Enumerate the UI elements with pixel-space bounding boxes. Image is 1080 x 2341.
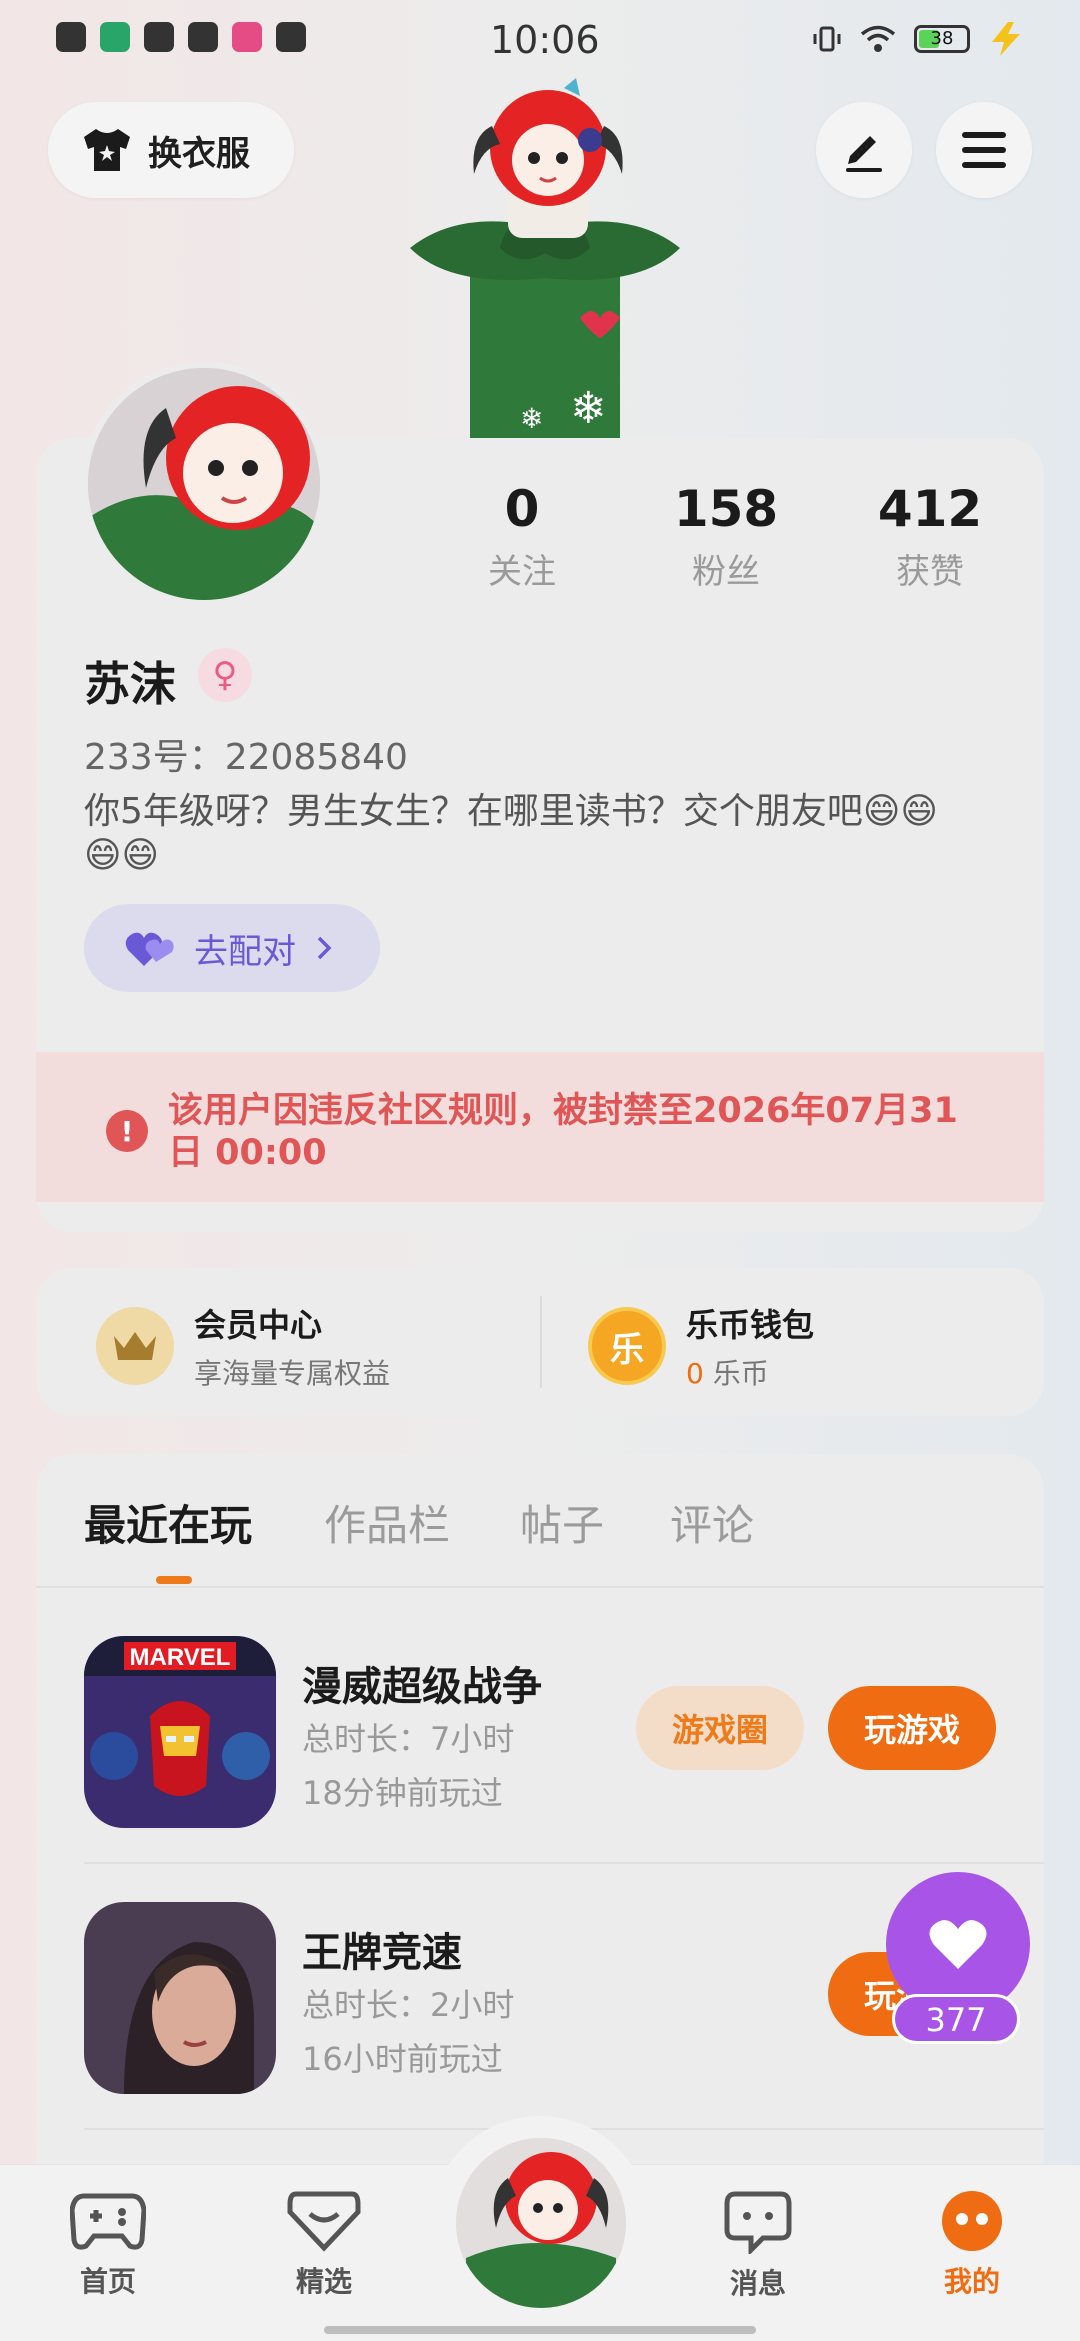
stat-likes[interactable]: 412 获赞	[850, 480, 1010, 593]
tab-works[interactable]: 作品栏	[324, 1492, 450, 1553]
game-icon: MARVEL	[84, 1636, 276, 1828]
list-item[interactable]: MARVEL 漫威超级战争 总时长：7小时 18分钟前玩过 游戏圈 玩游戏	[84, 1636, 1044, 1830]
game-name: 漫威超级战争	[302, 1664, 542, 1710]
avatar-character[interactable]: ❄ ❄	[400, 78, 690, 438]
member-center[interactable]: 会员中心 享海量专属权益	[96, 1300, 390, 1392]
user-id: 233号：22085840	[84, 737, 408, 778]
marvel-logo-text: MARVEL	[130, 1644, 231, 1671]
profile-avatar[interactable]	[82, 362, 326, 606]
vibrate-icon	[813, 26, 841, 52]
chat-bubble-icon	[724, 2191, 792, 2254]
crown-icon	[96, 1307, 174, 1385]
tab-indicator	[156, 1576, 192, 1584]
wallet-unit: 乐币	[712, 1357, 769, 1390]
nav-featured[interactable]: 精选	[254, 2190, 394, 2300]
match-label: 去配对	[194, 931, 296, 972]
divider	[36, 1586, 1044, 1588]
stat-label: 获赞	[896, 552, 964, 592]
status-time: 10:06	[490, 18, 600, 62]
chat-icon	[276, 22, 306, 52]
chevron-right-icon	[317, 936, 332, 960]
notification-icons	[56, 22, 306, 52]
hearts-icon	[125, 932, 174, 966]
nav-mine[interactable]: 我的	[902, 2190, 1042, 2300]
ban-text: 该用户因违反社区规则，被封禁至2026年07月31日 00:00	[168, 1091, 958, 1173]
edit-button[interactable]	[816, 102, 912, 198]
member-title: 会员中心	[194, 1306, 323, 1344]
gamepad-icon	[70, 2193, 146, 2250]
like-count: 377	[892, 1994, 1020, 2044]
content-card	[36, 1454, 1044, 2214]
avatar-image	[88, 368, 320, 600]
home-indicator[interactable]	[324, 2326, 756, 2334]
wallet-amount: 0	[686, 1357, 704, 1390]
wallet[interactable]: 乐 乐币钱包 0 乐币	[588, 1300, 814, 1392]
game-last-played: 18分钟前玩过	[302, 1774, 503, 1812]
notification-icon	[56, 22, 86, 52]
avatar-image	[456, 2138, 626, 2308]
user-bio: 你5年级呀？男生女生？在哪里读书？交个朋友吧😄😄 😄😄	[84, 790, 964, 878]
play-game-button[interactable]: 玩游戏	[828, 1686, 996, 1770]
divider	[84, 1862, 1044, 1864]
game-circle-button[interactable]: 游戏圈	[636, 1686, 804, 1770]
svg-text:❄: ❄	[520, 402, 543, 435]
nav-label: 首页	[79, 2265, 136, 2298]
wallet-title: 乐币钱包	[686, 1306, 815, 1344]
ban-notice: ! 该用户因违反社区规则，被封禁至2026年07月31日 00:00	[36, 1052, 1044, 1202]
mail-icon	[188, 22, 218, 52]
tshirt-icon	[84, 129, 130, 171]
tab-comments[interactable]: 评论	[670, 1492, 754, 1553]
heart-box-icon	[287, 2191, 361, 2252]
play-icon	[144, 22, 174, 52]
nav-label: 消息	[729, 2267, 786, 2300]
status-right: 38	[812, 22, 1024, 56]
stat-value: 0	[504, 480, 540, 538]
game-last-played: 16小时前玩过	[302, 2040, 503, 2078]
wallet-balance: 0 乐币	[686, 1352, 814, 1392]
stat-label: 粉丝	[692, 552, 760, 592]
status-bar: 10:06 38	[0, 0, 1080, 84]
pencil-icon	[846, 136, 882, 172]
menu-icon	[962, 132, 1006, 168]
stat-label: 关注	[488, 552, 556, 592]
bio-line: 😄😄	[84, 835, 160, 876]
wifi-icon	[860, 25, 896, 52]
nav-label: 精选	[295, 2265, 352, 2298]
nav-avatar[interactable]	[456, 2138, 626, 2308]
nav-label: 我的	[943, 2265, 1000, 2298]
bio-line: 你5年级呀？男生女生？在哪里读书？交个朋友吧😄😄	[84, 791, 938, 832]
member-subtitle: 享海量专属权益	[194, 1357, 391, 1390]
stat-fans[interactable]: 158 粉丝	[646, 480, 806, 593]
tab-posts[interactable]: 帖子	[520, 1492, 604, 1553]
stat-following[interactable]: 0 关注	[442, 480, 602, 593]
face-icon	[942, 2191, 1002, 2251]
menu-button[interactable]	[936, 102, 1032, 198]
game-duration: 总时长：7小时	[302, 1720, 515, 1758]
charging-icon	[992, 22, 1020, 56]
battery-icon: 38	[914, 25, 970, 53]
app-icon	[232, 22, 262, 52]
iqiyi-icon	[100, 22, 130, 52]
stat-value: 412	[877, 480, 983, 538]
game-duration: 总时长：2小时	[302, 1986, 515, 2024]
user-name: 苏沫	[84, 657, 176, 711]
stat-value: 158	[673, 480, 779, 538]
nav-home[interactable]: 首页	[38, 2190, 178, 2300]
game-icon	[84, 1902, 276, 2094]
game-name: 王牌竞速	[302, 1930, 462, 1976]
nav-messages[interactable]: 消息	[688, 2190, 828, 2302]
svg-text:❄: ❄	[570, 383, 607, 434]
female-icon: ♀	[198, 648, 252, 702]
tab-recently-played[interactable]: 最近在玩	[84, 1492, 252, 1553]
dress-up-label: 换衣服	[148, 133, 250, 174]
dress-up-button[interactable]: 换衣服	[48, 102, 294, 198]
alert-icon: !	[106, 1110, 148, 1152]
match-button[interactable]: 去配对	[84, 904, 380, 992]
heart-icon	[929, 1920, 987, 1969]
divider	[540, 1296, 542, 1388]
coin-icon: 乐	[588, 1307, 666, 1385]
